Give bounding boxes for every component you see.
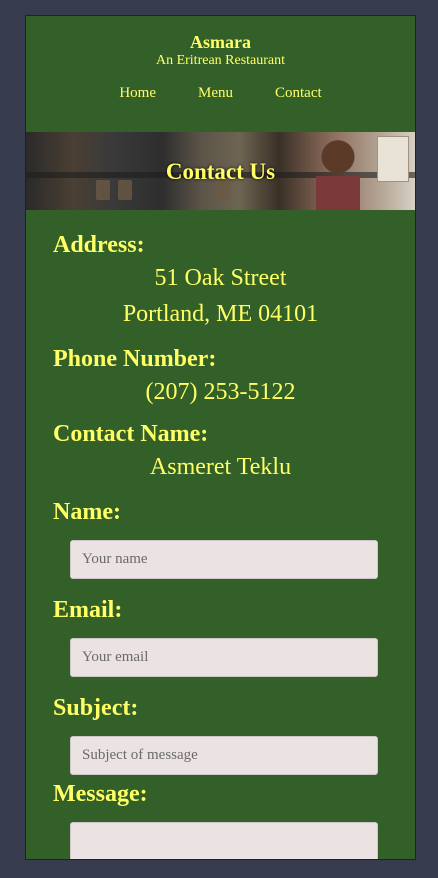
email-label: Email:: [53, 597, 123, 623]
name-label: Name:: [53, 499, 121, 525]
page-title: Contact Us: [165, 159, 276, 184]
contact-name: Asmeret Teklu: [149, 454, 292, 480]
nav-home-link[interactable]: Home: [98, 85, 177, 102]
message-textarea[interactable]: [70, 822, 378, 859]
address-label: Address:: [53, 232, 145, 258]
message-label: Message:: [53, 781, 148, 807]
contact-banner: Contact Us: [26, 132, 415, 210]
brand-name: Asmara: [190, 32, 251, 52]
main-nav: Home Menu Contact: [26, 85, 415, 102]
main-panel: Asmara An Eritrean Restaurant Home Menu …: [25, 15, 416, 860]
address-line-2: Portland, ME 04101: [122, 301, 319, 327]
email-input[interactable]: [70, 638, 378, 677]
nav-contact-link[interactable]: Contact: [254, 85, 343, 102]
subject-input[interactable]: [70, 736, 378, 775]
name-input[interactable]: [70, 540, 378, 579]
contact-form: Name: Email: Subject: Message:: [53, 498, 388, 859]
subject-label: Subject:: [53, 695, 139, 721]
phone-label: Phone Number:: [53, 346, 217, 372]
nav-menu-link[interactable]: Menu: [177, 85, 254, 102]
brand-tagline: An Eritrean Restaurant: [155, 53, 286, 68]
contact-name-label: Contact Name:: [53, 421, 209, 447]
site-header: Asmara An Eritrean Restaurant: [26, 16, 415, 70]
address-line-1: 51 Oak Street: [154, 265, 287, 291]
phone-number: (207) 253-5122: [145, 379, 296, 405]
contact-info: Address: 51 Oak Street Portland, ME 0410…: [26, 231, 415, 859]
